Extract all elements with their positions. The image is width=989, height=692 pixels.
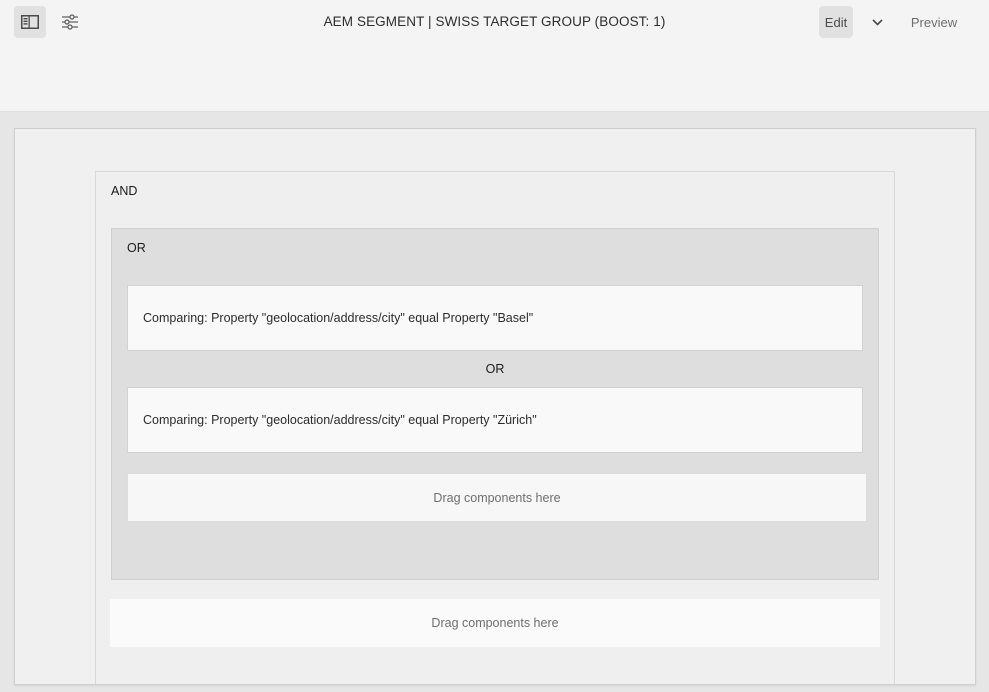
preview-button[interactable]: Preview (902, 6, 966, 38)
or-drop-zone[interactable]: Drag components here (127, 473, 867, 522)
and-drop-zone[interactable]: Drag components here (110, 599, 880, 647)
segment-canvas: AND OR Comparing: Property "geolocation/… (14, 128, 976, 685)
and-label: AND (111, 184, 138, 198)
editor-toolbar: AEM SEGMENT | SWISS TARGET GROUP (BOOST:… (0, 0, 989, 112)
or-label: OR (127, 241, 146, 255)
or-separator: OR (485, 362, 505, 376)
chevron-down-icon (871, 18, 883, 26)
and-container[interactable]: AND OR Comparing: Property "geolocation/… (95, 171, 895, 684)
condition-zurich[interactable]: Comparing: Property "geolocation/address… (127, 387, 863, 453)
mode-menu-button[interactable] (864, 6, 890, 38)
or-container[interactable]: OR Comparing: Property "geolocation/addr… (111, 228, 879, 580)
edit-mode-button[interactable]: Edit (819, 6, 853, 38)
condition-basel[interactable]: Comparing: Property "geolocation/address… (127, 285, 863, 351)
